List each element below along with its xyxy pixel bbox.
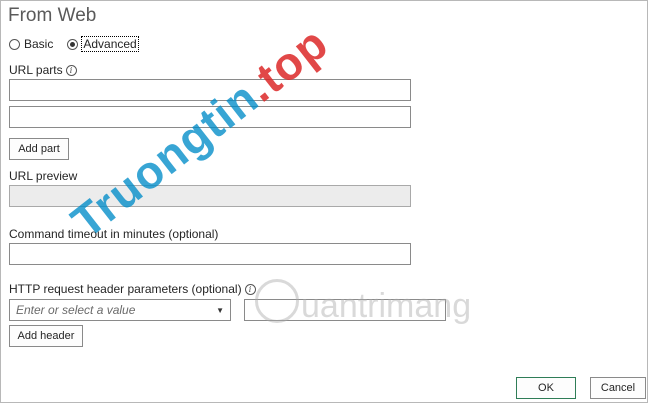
- url-parts-info-icon[interactable]: i: [65, 64, 77, 76]
- chevron-down-icon[interactable]: ▼: [216, 306, 224, 315]
- mode-radio-group: Basic Advanced: [9, 36, 152, 52]
- basic-radio-label: Basic: [24, 37, 54, 51]
- http-headers-label-text: HTTP request header parameters (optional…: [9, 282, 242, 296]
- http-headers-label: HTTP request header parameters (optional…: [9, 282, 256, 296]
- basic-radio-dot[interactable]: [9, 38, 20, 50]
- advanced-radio[interactable]: Advanced: [67, 36, 139, 52]
- from-web-dialog: From Web Basic Advanced URL parts i Add …: [0, 0, 648, 403]
- basic-radio[interactable]: Basic: [9, 37, 53, 51]
- ok-button[interactable]: OK: [516, 377, 576, 399]
- advanced-radio-label: Advanced: [81, 36, 139, 52]
- url-preview-label: URL preview: [9, 169, 78, 183]
- watermark-logo-icon: [255, 279, 299, 323]
- watermark-secondary: uantrimang: [301, 287, 472, 325]
- dialog-title: From Web: [8, 5, 97, 26]
- advanced-radio-dot[interactable]: [67, 38, 79, 50]
- timeout-input[interactable]: [9, 243, 411, 265]
- add-header-button[interactable]: Add header: [9, 325, 83, 347]
- url-parts-label: URL parts i: [9, 63, 77, 77]
- cancel-button[interactable]: Cancel: [590, 377, 646, 399]
- http-headers-info-icon[interactable]: i: [244, 283, 256, 295]
- header-key-placeholder: Enter or select a value: [16, 303, 136, 317]
- header-key-select[interactable]: Enter or select a value ▼: [9, 299, 231, 321]
- url-parts-label-text: URL parts: [9, 63, 63, 77]
- add-part-button[interactable]: Add part: [9, 138, 69, 160]
